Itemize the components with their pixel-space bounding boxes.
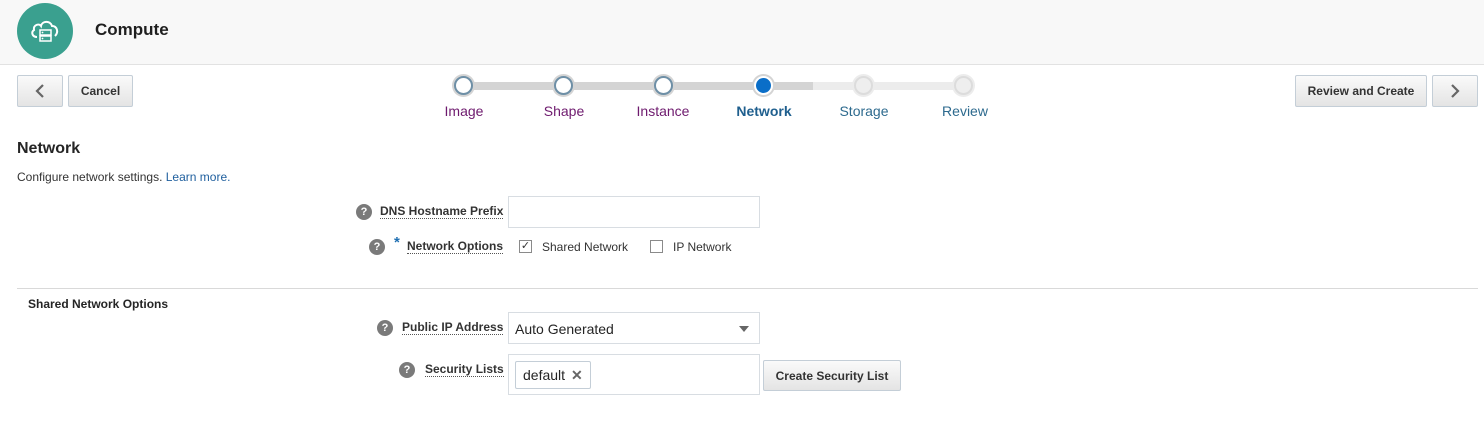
security-list-tag: default ✕ <box>515 361 591 389</box>
security-lists-label: Security Lists <box>425 362 504 377</box>
train-stop-storage[interactable] <box>854 76 873 95</box>
help-icon[interactable]: ? <box>369 239 385 255</box>
remove-tag-icon[interactable]: ✕ <box>571 367 583 384</box>
ip-network-label[interactable]: IP Network <box>673 240 731 254</box>
security-lists-input[interactable]: default ✕ <box>508 354 760 395</box>
create-security-list-button[interactable]: Create Security List <box>763 360 901 391</box>
train-label-image[interactable]: Image <box>414 103 514 119</box>
app-header: Compute <box>0 0 1484 65</box>
shared-network-label[interactable]: Shared Network <box>542 240 628 254</box>
shared-network-options-title: Shared Network Options <box>28 297 169 311</box>
chevron-right-icon <box>1451 84 1460 98</box>
next-button[interactable] <box>1432 75 1478 107</box>
required-marker: * <box>394 234 400 251</box>
app-title: Compute <box>95 20 169 39</box>
train-label-storage[interactable]: Storage <box>814 103 914 119</box>
train-stop-image[interactable] <box>454 76 473 95</box>
section-divider <box>17 288 1478 289</box>
review-and-create-button[interactable]: Review and Create <box>1295 75 1427 107</box>
section-description-text: Configure network settings. <box>17 170 163 184</box>
dns-hostname-prefix-input[interactable] <box>508 196 760 228</box>
chevron-left-icon <box>35 84 44 98</box>
train-label-shape[interactable]: Shape <box>514 103 614 119</box>
network-options-label: Network Options <box>407 239 504 254</box>
train-stop-shape[interactable] <box>554 76 573 95</box>
section-title: Network <box>17 140 81 157</box>
public-ip-address-select[interactable]: Auto Generated <box>508 312 760 344</box>
dns-hostname-prefix-label: DNS Hostname Prefix <box>380 204 504 219</box>
help-icon[interactable]: ? <box>399 362 415 378</box>
help-icon[interactable]: ? <box>356 204 372 220</box>
train-stop-instance[interactable] <box>654 76 673 95</box>
help-icon[interactable]: ? <box>377 320 393 336</box>
back-button[interactable] <box>17 75 63 107</box>
section-description: Configure network settings. Learn more. <box>17 170 230 184</box>
train-stop-review[interactable] <box>954 76 973 95</box>
train-label-network[interactable]: Network <box>714 103 814 119</box>
shared-network-checkbox[interactable]: ✓ <box>519 240 532 253</box>
cloud-server-icon <box>17 3 73 59</box>
public-ip-address-value: Auto Generated <box>515 321 614 337</box>
train-label-instance[interactable]: Instance <box>613 103 713 119</box>
caret-down-icon <box>739 326 749 332</box>
security-list-tag-label: default <box>523 367 566 383</box>
learn-more-link[interactable]: Learn more. <box>166 170 231 184</box>
public-ip-address-label: Public IP Address <box>402 320 504 335</box>
ip-network-checkbox[interactable] <box>650 240 663 253</box>
cancel-button[interactable]: Cancel <box>68 75 133 107</box>
train-track-remaining <box>813 82 964 90</box>
train-label-review[interactable]: Review <box>915 103 1015 119</box>
train-stop-network[interactable] <box>754 76 773 95</box>
